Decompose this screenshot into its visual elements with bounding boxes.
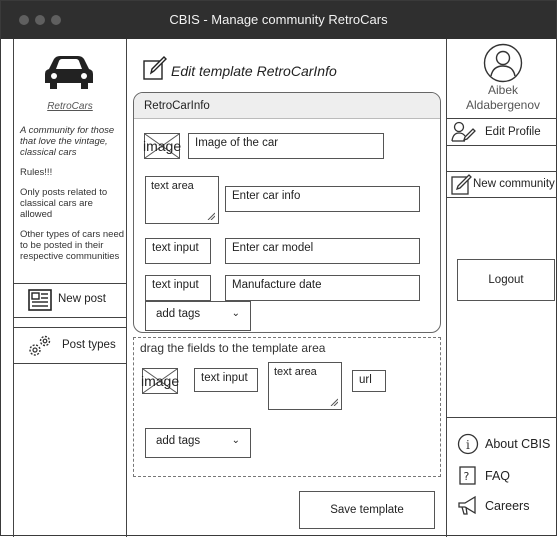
title-bar: CBIS - Manage community RetroCars [1,1,556,39]
user-name: Aibek Aldabergenov [447,83,557,113]
pencil-icon [143,56,167,80]
palette-image-label: image [141,373,180,389]
post-types-label: Post types [62,339,116,351]
date-field-name[interactable]: Manufacture date [225,275,420,301]
edit-profile-button[interactable]: Edit Profile [447,119,557,145]
textarea-field-name[interactable]: Enter car info [225,186,420,212]
resize-grip-icon [207,212,215,220]
edit-profile-icon [451,121,476,142]
new-post-button[interactable]: New post [14,283,126,317]
app-window: CBIS - Manage community RetroCars RetroC… [0,0,557,537]
palette-text-area[interactable]: text area [268,362,342,410]
info-icon: i [457,433,479,455]
logout-button[interactable]: Logout [457,259,555,301]
model-field-type[interactable]: text input [145,238,211,264]
save-template-button[interactable]: Save template [299,491,435,529]
car-icon [45,56,93,89]
palette-image-field[interactable]: image [141,368,180,394]
template-header: RetroCarInfo [134,93,440,119]
right-panel: Aibek Aldabergenov Edit Profile New comm… [446,39,557,537]
community-name-link[interactable]: RetroCars [14,101,126,112]
palette-tags-select[interactable]: add tags ⌄ [145,428,251,458]
svg-text:i: i [466,438,470,452]
field-palette: drag the fields to the template area ima… [133,337,441,477]
template-name: RetroCarInfo [144,100,210,112]
megaphone-icon [458,495,476,515]
newspaper-icon [28,289,52,311]
user-avatar-icon[interactable] [483,43,523,83]
image-field[interactable]: image [143,133,182,159]
chevron-down-icon: ⌄ [231,308,240,319]
divider [14,363,126,364]
left-sidebar: RetroCars A community for those that lov… [13,39,127,537]
resize-grip-icon [330,398,338,406]
chevron-down-icon: ⌄ [231,435,240,446]
image-field-label: image [143,138,182,154]
pencil-icon [451,174,472,195]
palette-text-area-label: text area [274,366,317,378]
gears-icon [29,335,51,356]
faq-label: FAQ [485,469,511,483]
about-link[interactable]: i About CBIS [457,433,557,455]
divider [447,417,557,418]
palette-caption: drag the fields to the template area [140,341,326,355]
date-field-type[interactable]: text input [145,275,211,301]
user-first-name: Aibek [487,83,519,97]
template-area[interactable]: RetroCarInfo image Image of the car text… [133,92,441,333]
question-icon: ? [459,466,476,485]
window-title: CBIS - Manage community RetroCars [169,12,388,27]
careers-label: Careers [485,499,530,513]
textarea-field-label: text area [151,180,194,192]
new-community-button[interactable]: New community [447,171,557,197]
palette-text-input[interactable]: text input [194,368,258,392]
image-field-name[interactable]: Image of the car [188,133,384,159]
divider [447,197,557,198]
palette-tags-label: add tags [156,435,201,447]
rule-item: Only posts related to classical cars are… [20,187,108,220]
careers-link[interactable]: Careers [457,495,557,517]
edit-profile-label: Edit Profile [485,126,541,138]
main-content: Edit template RetroCarInfo RetroCarInfo … [127,39,446,537]
new-community-label: New community [473,178,555,190]
new-post-label: New post [58,293,106,305]
divider [447,145,557,146]
model-field-name[interactable]: Enter car model [225,238,420,264]
rule-item: Other types of cars need to be posted in… [20,229,125,262]
tags-select-label: add tags [156,308,201,320]
faq-link[interactable]: ? FAQ [457,465,557,487]
page-title: Edit template RetroCarInfo [171,63,337,79]
tags-select[interactable]: add tags ⌄ [145,301,251,331]
palette-url-field[interactable]: url [352,370,386,392]
community-description: A community for those that love the vint… [20,125,115,158]
svg-text:?: ? [464,470,470,483]
user-last-name: Aldabergenov [465,98,541,112]
textarea-field[interactable]: text area [145,176,219,224]
rules-title: Rules!!! [20,167,53,178]
post-types-button[interactable]: Post types [14,327,126,363]
about-label: About CBIS [485,437,551,451]
divider [14,317,126,318]
